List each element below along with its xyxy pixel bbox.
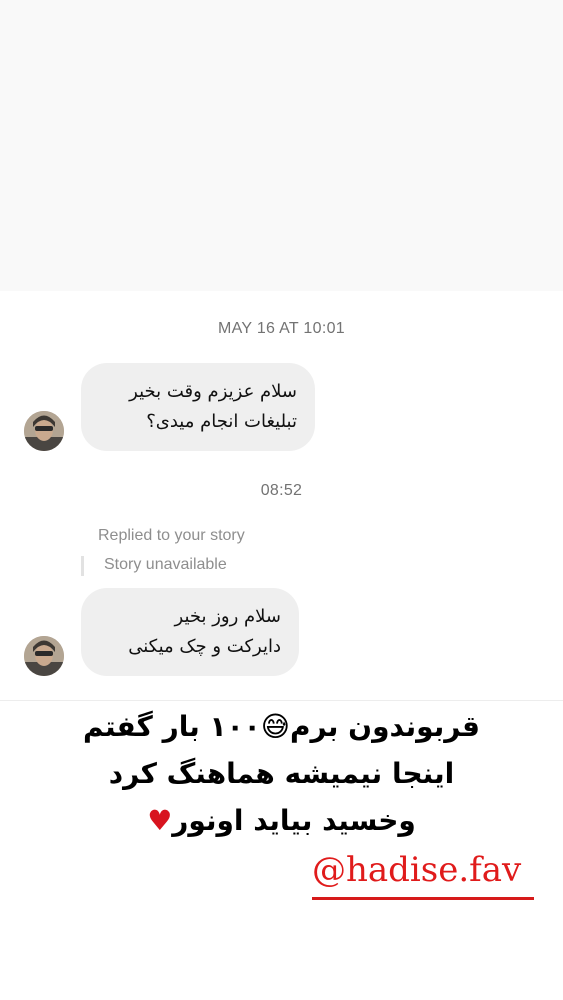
overlay-line-3: وخسید بیاید اونور♥ (20, 797, 543, 844)
message-bubble[interactable]: سلام روز بخیر دایرکت و چک میکنی (81, 588, 299, 676)
message-bubble[interactable]: سلام عزیزم وقت بخیر تبلیغات انجام میدی؟ (81, 363, 315, 451)
overlay-line-2: اینجا نیمیشه هماهنگ کرد (108, 757, 455, 790)
heart-icon: ♥ (147, 804, 173, 837)
message-line: سلام عزیزم وقت بخیر (129, 381, 297, 402)
timestamp-time: 08:52 (260, 482, 303, 499)
sender-avatar[interactable] (24, 411, 64, 451)
avatar-image (24, 636, 64, 676)
message-line: دایرکت و چک میکنی (128, 636, 281, 657)
overlay-line-1: قربوندون برم😅۱۰۰ بار گفتم (20, 703, 543, 750)
overlay-line-3-text: وخسید بیاید اونور (172, 804, 416, 837)
grinning-sweat-emoji-icon: 😅 (260, 710, 290, 743)
sender-avatar[interactable] (24, 636, 64, 676)
overlay-line-1-part-b: ۱۰۰ بار گفتم (83, 710, 261, 743)
mention-handle[interactable]: @hadise.fav (312, 848, 521, 892)
story-reply-label: Replied to your story (98, 527, 245, 544)
blank-top-area (0, 0, 563, 291)
handle-underline (312, 897, 534, 900)
message-line: سلام روز بخیر (174, 606, 281, 627)
avatar-image (24, 411, 64, 451)
story-reply-bar (81, 556, 84, 576)
message-line: تبلیغات انجام میدی؟ (146, 411, 297, 432)
overlay-line-1-part-a: قربوندون برم (289, 710, 480, 743)
divider (0, 700, 563, 701)
timestamp-date: MAY 16 AT 10:01 (218, 320, 345, 337)
story-unavailable-text[interactable]: Story unavailable (104, 556, 227, 574)
story-overlay-text: قربوندون برم😅۱۰۰ بار گفتم اینجا نیمیشه ه… (20, 703, 543, 844)
